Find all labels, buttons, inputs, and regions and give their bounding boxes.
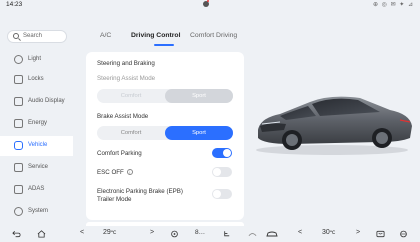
sidebar-item-audio-display[interactable]: Audio Display xyxy=(0,92,73,112)
left-temp-unit: ℃ xyxy=(110,230,117,236)
sidebar-item-label: Audio Display xyxy=(28,98,65,104)
status-time: 14:23 xyxy=(6,1,23,8)
brake-assist-title: Brake Assist Mode xyxy=(97,113,149,120)
right-temp-number: 30 xyxy=(322,229,330,236)
right-temp-unit: ℃ xyxy=(329,230,336,236)
status-icons: ⊕ ◎ ✉ ✦ ⊿ xyxy=(372,2,414,8)
sidebar-item-label: System xyxy=(28,208,49,214)
status-bar: 14:23 ⊕ ◎ ✉ ✦ ⊿ xyxy=(0,0,420,12)
sidebar-item-adas[interactable]: ADAS xyxy=(0,180,73,200)
adas-icon xyxy=(14,185,23,194)
sidebar-item-service[interactable]: Service xyxy=(0,158,73,178)
display-icon xyxy=(14,97,23,106)
brake-assist-selector: Comfort Sport xyxy=(97,126,233,140)
epb-label-line1: Electronic Parking Brake (EPB) xyxy=(97,188,183,195)
right-temp-value: 30℃ xyxy=(322,229,335,236)
sidebar-item-system[interactable]: System xyxy=(0,202,73,222)
toggle-knob xyxy=(213,168,221,176)
sidebar-item-label: Locks xyxy=(28,76,44,82)
light-icon xyxy=(14,55,23,64)
left-temp-number: 29 xyxy=(103,229,111,236)
sidebar-item-label: Light xyxy=(28,56,42,62)
car-icon xyxy=(14,141,23,150)
tab-ac[interactable]: A/C xyxy=(100,32,111,39)
left-temp-down-button[interactable]: < xyxy=(80,229,84,236)
climate-icon[interactable] xyxy=(170,230,179,238)
brake-comfort-option[interactable]: Comfort xyxy=(97,126,165,140)
search-icon xyxy=(13,33,19,39)
steering-assist-selector: Comfort Sport xyxy=(97,89,233,103)
left-temp-value: 29℃ xyxy=(103,229,116,236)
steering-heat-icon[interactable] xyxy=(399,230,408,238)
right-temp-down-button[interactable]: < xyxy=(298,229,302,236)
home-icon[interactable] xyxy=(37,230,46,238)
search-placeholder: Search xyxy=(23,33,43,39)
sidebar-item-label: Vehicle xyxy=(28,142,48,148)
battery-icon xyxy=(14,119,23,128)
sidebar: Search Light Locks Audio Display Energy … xyxy=(0,12,73,224)
sidebar-item-label: Energy xyxy=(28,120,48,126)
bottom-bar: < 29℃ > 8… < 30℃ > xyxy=(0,226,420,242)
esc-off-row: ESC OFF i xyxy=(97,169,133,176)
steering-sport-option: Sport xyxy=(165,89,233,103)
left-temp-up-button[interactable]: > xyxy=(150,229,154,236)
vehicle-illustration xyxy=(256,96,412,155)
info-icon[interactable]: i xyxy=(126,169,133,176)
tab-driving-control[interactable]: Driving Control xyxy=(131,32,180,39)
rear-defrost-icon[interactable] xyxy=(376,230,385,238)
sidebar-item-energy[interactable]: Energy xyxy=(0,114,73,134)
epb-label-line2: Trailer Mode xyxy=(97,196,132,203)
sidebar-item-light[interactable]: Light xyxy=(0,50,73,70)
sidebar-item-label: Service xyxy=(28,164,49,170)
steering-comfort-option: Comfort xyxy=(120,93,142,99)
esc-off-label: ESC OFF xyxy=(97,169,124,176)
right-temp-up-button[interactable]: > xyxy=(356,229,360,236)
sidebar-item-locks[interactable]: Locks xyxy=(0,70,73,90)
sidebar-item-label: ADAS xyxy=(28,186,45,192)
gear-icon xyxy=(14,207,23,216)
notification-icon xyxy=(203,0,209,7)
epb-trailer-toggle[interactable] xyxy=(212,189,232,199)
toggle-knob xyxy=(223,149,231,157)
steering-assist-title: Steering Assist Mode xyxy=(97,75,156,82)
vehicle-mode-icon[interactable] xyxy=(266,230,278,238)
defrost-icon[interactable] xyxy=(248,230,257,238)
seat-icon[interactable] xyxy=(222,230,231,238)
settings-panel: Steering and Braking Steering Assist Mod… xyxy=(86,52,244,220)
active-tab-indicator xyxy=(154,44,174,46)
section-title: Steering and Braking xyxy=(97,60,155,67)
fan-speed-value[interactable]: 8… xyxy=(195,229,205,236)
brake-sport-option[interactable]: Sport xyxy=(165,126,233,140)
comfort-parking-toggle[interactable] xyxy=(212,148,232,158)
lock-icon xyxy=(14,75,23,84)
wrench-icon xyxy=(14,163,23,172)
sidebar-item-vehicle[interactable]: Vehicle xyxy=(0,136,73,156)
comfort-parking-label: Comfort Parking xyxy=(97,150,142,157)
toggle-knob xyxy=(213,190,221,198)
fan-icon: 8 xyxy=(195,229,199,236)
back-icon[interactable] xyxy=(12,230,21,238)
esc-off-toggle[interactable] xyxy=(212,167,232,177)
tab-comfort-driving[interactable]: Comfort Driving xyxy=(190,32,237,39)
search-input[interactable]: Search xyxy=(7,30,67,43)
